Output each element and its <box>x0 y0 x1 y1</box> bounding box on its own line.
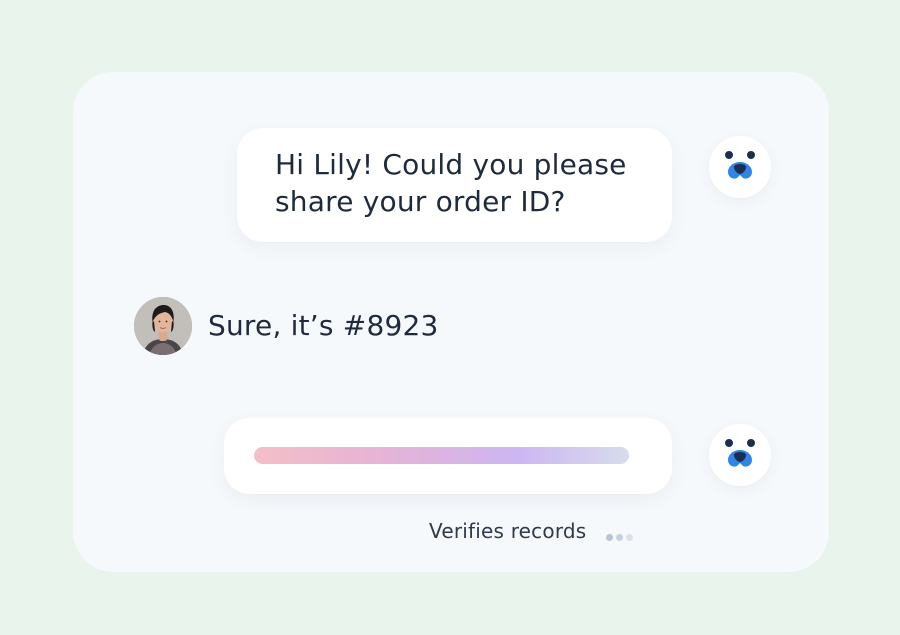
agent-avatar <box>709 424 771 486</box>
typing-dot <box>626 534 633 541</box>
agent-progress-bubble <box>224 418 672 494</box>
agent-message-bubble: Hi Lily! Could you please share your ord… <box>237 128 672 242</box>
user-avatar <box>134 297 192 355</box>
user-message-text: Sure, it’s #8923 <box>208 309 439 342</box>
dog-face-icon <box>725 151 755 179</box>
user-photo <box>134 297 192 355</box>
dog-face-icon <box>725 439 755 467</box>
status-text: Verifies records <box>429 519 587 543</box>
typing-dot <box>616 534 623 541</box>
agent-avatar <box>709 136 771 198</box>
agent-message-text: Hi Lily! Could you please share your ord… <box>275 148 627 218</box>
verification-progress-bar <box>254 447 629 464</box>
typing-dot <box>606 534 613 541</box>
progress-fill <box>254 447 629 464</box>
typing-dots-icon <box>606 526 636 541</box>
